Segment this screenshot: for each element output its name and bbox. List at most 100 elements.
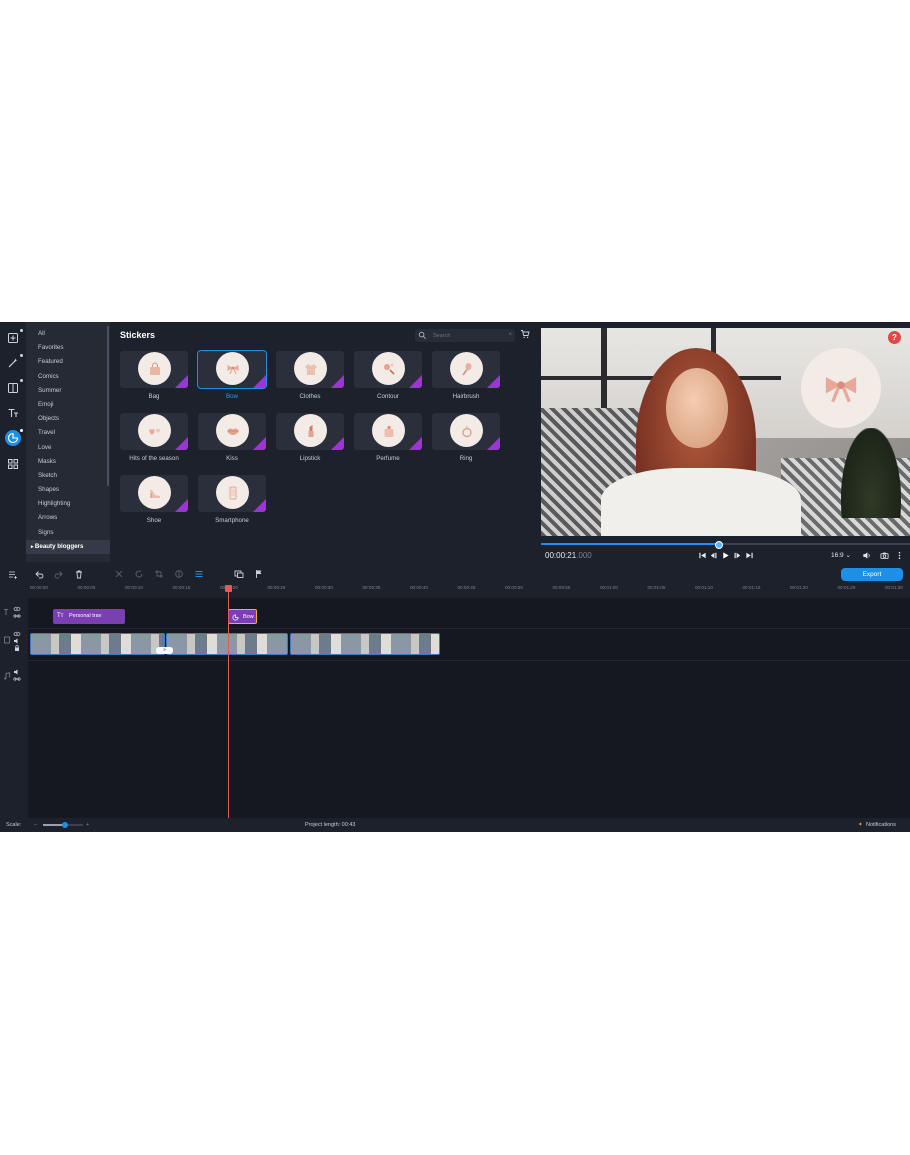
category-shapes[interactable]: Shapes xyxy=(26,483,110,497)
clothes-icon xyxy=(304,363,317,375)
sticker-bow[interactable] xyxy=(197,350,267,389)
cart-icon[interactable] xyxy=(520,329,530,339)
category-beauty-bloggers[interactable]: Beauty bloggers xyxy=(26,539,110,554)
more-options-icon[interactable] xyxy=(895,551,904,560)
clip-properties-icon[interactable] xyxy=(194,569,204,579)
category-summer[interactable]: Summer xyxy=(26,384,110,398)
export-button[interactable]: Export xyxy=(841,568,903,581)
help-button[interactable]: ? xyxy=(888,331,901,344)
frame-forward-icon[interactable] xyxy=(733,551,742,560)
titles-button[interactable] xyxy=(5,405,21,421)
video-editor-window: All Favorites Featured Comics Summer Emo… xyxy=(0,322,910,832)
filters-button[interactable] xyxy=(5,354,23,371)
premium-badge xyxy=(487,375,500,388)
redo-icon[interactable] xyxy=(54,569,64,579)
play-icon[interactable] xyxy=(721,551,730,560)
category-objects[interactable]: Objects xyxy=(26,412,110,426)
sticker-lipstick[interactable] xyxy=(276,413,344,450)
category-masks[interactable]: Masks xyxy=(26,455,110,469)
lock-icon[interactable] xyxy=(13,644,21,652)
sticker-contour[interactable] xyxy=(354,351,422,388)
scale-slider[interactable] xyxy=(43,821,83,828)
stickers-button[interactable] xyxy=(5,429,23,446)
premium-badge xyxy=(175,499,188,512)
sticker-kiss[interactable] xyxy=(198,413,266,450)
sticker-perfume[interactable] xyxy=(354,413,422,450)
text-clip[interactable]: Tт Personal trav xyxy=(53,609,125,624)
category-highlighting[interactable]: Highlighting xyxy=(26,497,110,511)
sticker-shoe[interactable] xyxy=(120,475,188,512)
video-track-icon xyxy=(4,636,10,644)
timeline[interactable]: 00:00:0000:00:0500:00:1000:00:1500:00:20… xyxy=(28,582,910,818)
search-input[interactable] xyxy=(433,329,503,342)
color-adjust-icon[interactable] xyxy=(174,569,184,579)
ruler-tick: 00:00:05 xyxy=(77,585,96,590)
category-favorites[interactable]: Favorites xyxy=(26,341,110,355)
audio-track-icon xyxy=(4,672,10,680)
sticker-hits-of-the-season[interactable] xyxy=(120,413,188,450)
delete-icon[interactable] xyxy=(74,569,84,579)
skip-forward-icon[interactable] xyxy=(745,551,754,560)
transitions-button[interactable] xyxy=(5,379,23,396)
playhead[interactable] xyxy=(228,592,229,818)
sticker-clip[interactable]: Bow xyxy=(228,609,257,624)
premium-badge xyxy=(253,499,266,512)
category-love[interactable]: Love xyxy=(26,441,110,455)
more-tools-button[interactable] xyxy=(5,456,21,472)
zoom-in-icon[interactable]: + xyxy=(86,818,89,832)
sticker-ring[interactable] xyxy=(432,413,500,450)
snapshot-icon[interactable] xyxy=(880,551,889,560)
category-sketch[interactable]: Sketch xyxy=(26,469,110,483)
crop-icon[interactable] xyxy=(154,569,164,579)
sticker-hairbrush[interactable] xyxy=(432,351,500,388)
volume-icon[interactable] xyxy=(862,551,871,560)
undo-icon[interactable] xyxy=(34,569,44,579)
premium-badge xyxy=(331,437,344,450)
bow-sticker-overlay[interactable] xyxy=(801,348,881,428)
skip-back-icon[interactable] xyxy=(698,551,707,560)
notifications-button[interactable]: Notifications xyxy=(866,818,896,832)
category-travel[interactable]: Travel xyxy=(26,426,110,440)
import-button[interactable] xyxy=(5,329,23,346)
link-icon[interactable] xyxy=(13,612,21,620)
overlay-icon[interactable] xyxy=(234,569,244,579)
category-emoji[interactable]: Emoji xyxy=(26,398,110,412)
sticker-clothes[interactable] xyxy=(276,351,344,388)
sticker-label: Shoe xyxy=(146,517,162,524)
category-featured[interactable]: Featured xyxy=(26,355,110,369)
lips-icon xyxy=(226,428,239,435)
category-comics[interactable]: Comics xyxy=(26,370,110,384)
video-clip[interactable] xyxy=(30,633,165,655)
video-preview[interactable] xyxy=(541,328,910,536)
clear-search-button[interactable]: × xyxy=(508,329,512,342)
aspect-ratio-select[interactable]: 16:9 ⌄ xyxy=(831,551,851,559)
sticker-label: Smartphone xyxy=(215,517,249,524)
sticker-label: Bag xyxy=(148,393,160,400)
playback-progress[interactable] xyxy=(541,541,910,549)
ruler-tick: 00:01:25 xyxy=(837,585,856,590)
add-track-icon[interactable] xyxy=(8,569,18,579)
rotate-icon[interactable] xyxy=(134,569,144,579)
time-ruler[interactable]: 00:00:0000:00:0500:00:1000:00:1500:00:20… xyxy=(28,582,910,598)
category-arrows[interactable]: Arrows xyxy=(26,511,110,525)
category-all[interactable]: All xyxy=(26,327,110,341)
frame-back-icon[interactable] xyxy=(709,551,718,560)
video-clip[interactable] xyxy=(290,633,440,655)
link-icon[interactable] xyxy=(13,675,21,683)
notifications-icon[interactable]: ✦ xyxy=(858,818,863,832)
ruler-tick: 00:00:30 xyxy=(315,585,333,590)
video-clip[interactable] xyxy=(166,633,288,655)
scale-slider-handle[interactable] xyxy=(62,821,68,828)
playhead-handle[interactable] xyxy=(225,585,232,592)
sticker-icon xyxy=(7,432,19,444)
category-signs[interactable]: Signs xyxy=(26,526,110,540)
cut-icon[interactable] xyxy=(114,569,124,579)
category-scrollbar[interactable] xyxy=(107,326,109,486)
bag-icon xyxy=(149,362,160,375)
sticker-bag[interactable] xyxy=(120,351,188,388)
sticker-smartphone[interactable] xyxy=(198,475,266,512)
zoom-out-icon[interactable]: – xyxy=(34,818,37,832)
progress-handle[interactable] xyxy=(715,541,724,549)
transition-marker[interactable]: » xyxy=(156,647,173,654)
marker-flag-icon[interactable] xyxy=(254,569,264,579)
